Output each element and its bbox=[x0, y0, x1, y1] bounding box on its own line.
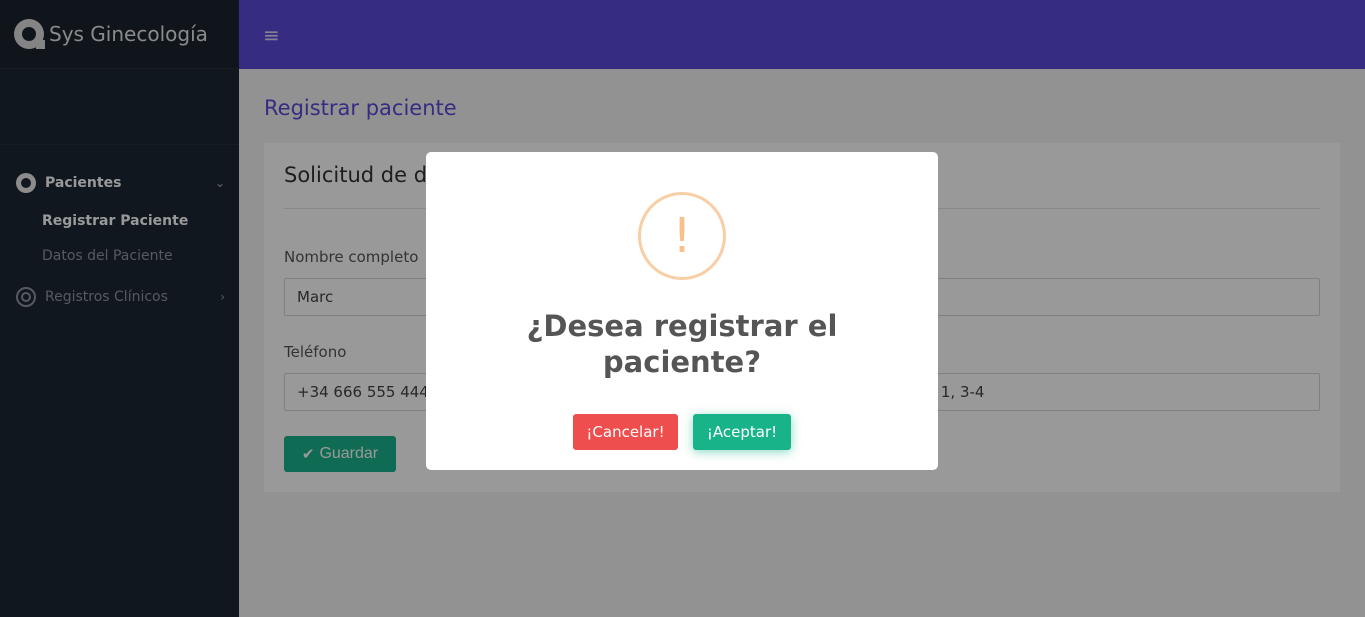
dialog-title-line2: paciente? bbox=[602, 345, 762, 379]
confirm-dialog: ! ¿Desea registrar el paciente? ¡Cancela… bbox=[426, 152, 938, 470]
warning-icon: ! bbox=[638, 192, 726, 280]
cancel-button[interactable]: ¡Cancelar! bbox=[573, 414, 678, 450]
dialog-title-line1: ¿Desea registrar el bbox=[526, 309, 838, 343]
accept-button[interactable]: ¡Aceptar! bbox=[693, 414, 791, 450]
dialog-title: ¿Desea registrar el paciente? bbox=[426, 308, 938, 380]
